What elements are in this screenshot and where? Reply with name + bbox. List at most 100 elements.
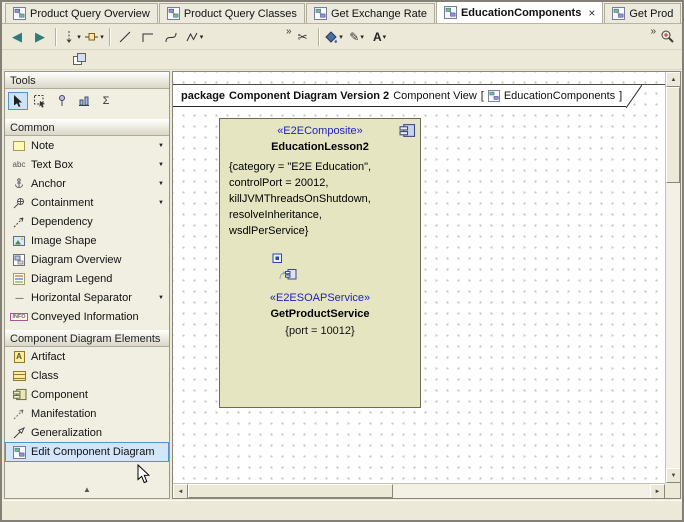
horizontal-scrollbar[interactable]: ◄ ► — [173, 483, 665, 498]
free-select-tool[interactable] — [30, 92, 50, 110]
dropdown-arrow-icon[interactable]: ▼ — [158, 295, 164, 301]
font-color-button[interactable]: A ▾ — [369, 26, 391, 48]
align-bars-icon — [77, 94, 91, 108]
horizontal-scroll-thumb[interactable] — [188, 484, 393, 498]
image-icon — [11, 235, 27, 247]
sticky-mode-tool[interactable] — [52, 92, 72, 110]
vertical-scroll-track[interactable] — [666, 87, 680, 468]
horizontal-separator-icon: ---- — [11, 293, 27, 303]
info-icon: INFO — [11, 313, 27, 321]
palette-item-containment[interactable]: Containment ▼ — [5, 193, 169, 212]
palette-item-dependency[interactable]: Dependency — [5, 212, 169, 231]
chevron-down-icon: ▾ — [360, 33, 364, 41]
cut-button[interactable]: ✂ — [292, 26, 314, 48]
tools-row: Σ — [5, 89, 169, 119]
toolbar-overflow-chevron[interactable]: » — [650, 26, 655, 37]
diagram-icon — [612, 7, 625, 20]
component-diagram-icon — [488, 90, 500, 102]
diagram-frame-header[interactable]: package Component Diagram Version 2 Comp… — [173, 85, 642, 107]
scroll-left-button[interactable]: ◄ — [173, 484, 188, 499]
status-bar — [2, 500, 682, 520]
dropdown-arrow-icon[interactable]: ▼ — [158, 162, 164, 168]
tab-product-query-overview[interactable]: Product Query Overview — [5, 3, 158, 23]
zoom-button[interactable] — [656, 26, 678, 48]
palette-item-conveyed-information[interactable]: INFO Conveyed Information — [5, 307, 169, 326]
diagram-toolbar — [2, 50, 682, 70]
palette-item-diagram-legend[interactable]: Diagram Legend — [5, 269, 169, 288]
tab-get-exchange-rate[interactable]: Get Exchange Rate — [306, 3, 435, 23]
edit-component-diagram-icon — [11, 446, 27, 459]
manifestation-arrow-icon — [11, 408, 27, 420]
vertical-scrollbar[interactable]: ▲ ▼ — [665, 72, 680, 483]
palette-section-component-diagram-elements[interactable]: Component Diagram Elements — [5, 330, 169, 347]
tab-label: Get Exchange Rate — [331, 8, 427, 20]
palette-item-label: Component — [31, 389, 164, 401]
palette-item-generalization[interactable]: Generalization — [5, 423, 169, 442]
palette-item-image-shape[interactable]: Image Shape — [5, 231, 169, 250]
palette-item-label: Class — [31, 370, 164, 382]
rectilinear-line-icon — [141, 30, 155, 44]
fill-color-button[interactable]: ▾ — [323, 26, 345, 48]
oblique-path-button[interactable] — [114, 26, 136, 48]
horizontal-scroll-track[interactable] — [188, 484, 650, 498]
related-elements-button[interactable] — [68, 49, 90, 71]
palette-item-manifestation[interactable]: Manifestation — [5, 404, 169, 423]
rectilinear-path-button[interactable] — [137, 26, 159, 48]
scroll-right-button[interactable]: ► — [650, 484, 665, 499]
dropdown-arrow-icon[interactable]: ▼ — [158, 181, 164, 187]
sigma-icon: Σ — [103, 95, 110, 107]
palette-item-anchor[interactable]: Anchor ▼ — [5, 174, 169, 193]
palette-item-class[interactable]: Class — [5, 366, 169, 385]
dropdown-arrow-icon[interactable]: ▼ — [158, 143, 164, 149]
diagram-canvas[interactable]: package Component Diagram Version 2 Comp… — [173, 72, 665, 483]
chevron-down-icon: ▾ — [77, 33, 81, 41]
palette-section-tools[interactable]: Tools — [5, 72, 169, 89]
chevron-down-icon: ▾ — [100, 33, 104, 41]
tab-product-query-classes[interactable]: Product Query Classes — [159, 3, 305, 23]
palette-item-label: Artifact — [31, 351, 164, 363]
palette-item-label: Containment — [31, 197, 154, 209]
align-tool[interactable] — [74, 92, 94, 110]
scroll-up-button[interactable]: ▲ — [666, 72, 681, 87]
palette-item-diagram-overview[interactable]: Diagram Overview — [5, 250, 169, 269]
curved-path-button[interactable] — [160, 26, 182, 48]
toolbar-separator — [109, 28, 110, 46]
curved-line-icon — [164, 30, 178, 44]
toolbar-separator — [55, 28, 56, 46]
forward-button[interactable]: ▶ — [29, 26, 51, 48]
back-button[interactable]: ◀ — [6, 26, 28, 48]
palette-item-edit-component-diagram[interactable]: Edit Component Diagram — [5, 442, 169, 462]
palette-item-note[interactable]: Note ▼ — [5, 136, 169, 155]
delegation-component-icon[interactable] — [276, 265, 298, 282]
scroll-down-button[interactable]: ▼ — [666, 468, 681, 483]
component-educationlesson2[interactable]: «E2EComposite» EducationLesson2 {categor… — [219, 118, 421, 408]
tab-close-icon[interactable]: × — [588, 8, 595, 18]
vertical-scroll-thumb[interactable] — [666, 87, 680, 183]
frame-header-diagonal — [626, 85, 642, 108]
palette-collapse-button[interactable]: ▲ — [5, 482, 169, 498]
palette-item-label: Note — [31, 140, 154, 152]
frame-keyword: package — [181, 90, 225, 102]
pen-color-button[interactable]: ✎ ▾ — [346, 26, 368, 48]
palette-section-common[interactable]: Common — [5, 119, 169, 136]
tab-label: Product Query Overview — [30, 8, 150, 20]
splined-path-button[interactable]: ▾ — [183, 26, 205, 48]
draw-path-tool-button[interactable]: ▾ — [60, 26, 82, 48]
palette-item-component[interactable]: Component — [5, 385, 169, 404]
dropdown-arrow-icon[interactable]: ▼ — [158, 200, 164, 206]
note-icon — [11, 141, 27, 151]
palette-item-label: Text Box — [31, 159, 154, 171]
palette-item-horizontal-separator[interactable]: ---- Horizontal Separator ▼ — [5, 288, 169, 307]
palette-item-text-box[interactable]: abc Text Box ▼ — [5, 155, 169, 174]
tab-educationcomponents[interactable]: EducationComponents × — [436, 2, 603, 23]
palette-item-artifact[interactable]: A Artifact — [5, 347, 169, 366]
diagram-palette: Tools Σ Common Note ▼ abc Text Box ▼ — [4, 71, 170, 499]
port-icon[interactable] — [272, 253, 283, 264]
main-area: Tools Σ Common Note ▼ abc Text Box ▼ — [2, 70, 682, 500]
insert-element-tool-button[interactable]: ▾ — [83, 26, 105, 48]
component-tagged-values: {category = "E2E Education", controlPort… — [220, 159, 420, 239]
tab-get-product[interactable]: Get Prod — [604, 3, 681, 23]
summary-tool[interactable]: Σ — [96, 92, 116, 110]
select-tool[interactable] — [8, 92, 28, 110]
toolbar-overflow-chevron[interactable]: » — [286, 26, 291, 37]
